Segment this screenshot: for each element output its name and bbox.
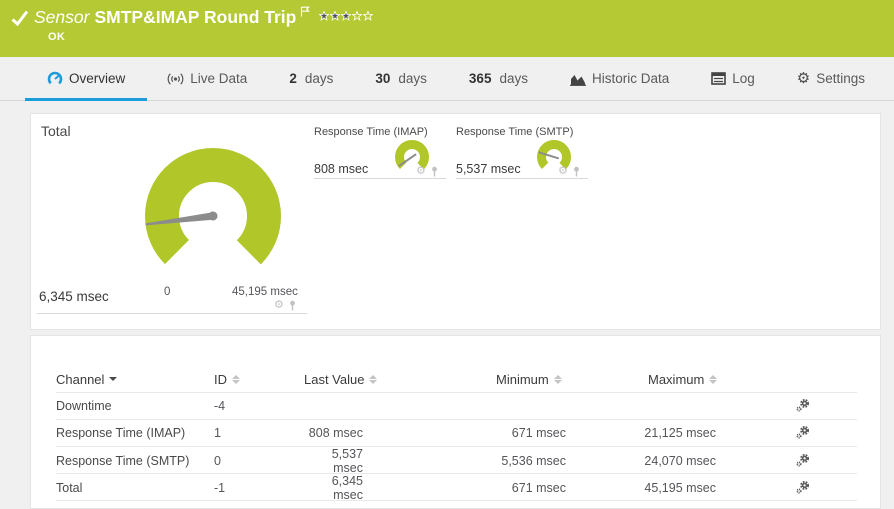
divider: [37, 313, 307, 314]
imap-gauge-value: 808 msec: [314, 162, 369, 176]
column-header-maximum[interactable]: Maximum: [623, 372, 778, 387]
smtp-gauge-controls: ⚙: [558, 166, 581, 177]
channel-id: 1: [214, 426, 221, 440]
sensor-tab-bar: Overview Live Data 2 days 30 days 365 da…: [0, 57, 894, 101]
tab-label: days: [304, 71, 334, 86]
smtp-gauge-block: Response Time (SMTP) 5,537 msec ⚙: [456, 114, 588, 329]
sort-icon: [232, 374, 240, 384]
tab-day-count: 30: [375, 71, 391, 86]
sort-icon: [709, 374, 718, 384]
table-header-row: Channel ID Last Value Minimum Maximum: [56, 366, 857, 393]
channel-last-value: 5,537 msec: [331, 447, 363, 475]
channel-settings-icon[interactable]: [796, 425, 810, 439]
column-label: ID: [214, 371, 227, 387]
tab-log[interactable]: Log: [711, 57, 755, 100]
gauge-pin-icon[interactable]: [430, 166, 439, 177]
channel-id: 0: [214, 454, 221, 468]
channel-minimum: 671 msec: [511, 426, 566, 440]
log-icon: [711, 72, 727, 85]
total-gauge-title: Total: [41, 123, 71, 139]
column-header-id[interactable]: ID: [214, 372, 304, 387]
gauge-pin-icon[interactable]: [288, 300, 297, 311]
column-header-channel[interactable]: Channel: [56, 372, 214, 387]
channel-id: -4: [214, 399, 226, 413]
channel-maximum: 21,125 msec: [644, 426, 716, 440]
tab-day-count: 2: [289, 71, 297, 86]
overview-gauges-panel: Total 0 45,195 msec 6,345 msec ⚙ Respons…: [30, 113, 881, 330]
tab-label: days: [398, 71, 427, 86]
channel-minimum: 671 msec: [511, 481, 566, 495]
broadcast-icon: [167, 72, 184, 86]
tab-live-data[interactable]: Live Data: [167, 57, 247, 100]
channel-settings-icon[interactable]: [796, 398, 810, 412]
sort-desc-icon: [109, 377, 118, 381]
channel-id: -1: [214, 481, 226, 495]
tab-label: days: [499, 71, 528, 86]
table-row-imap: Response Time (IMAP) 1 808 msec 671 msec…: [56, 420, 857, 447]
sort-icon: [553, 374, 562, 384]
total-gauge: [145, 148, 281, 284]
total-gauge-max-label: 45,195 msec: [232, 286, 298, 298]
ok-check-icon: [11, 10, 29, 26]
total-gauge-min-label: 0: [164, 286, 171, 298]
column-header-last-value[interactable]: Last Value: [304, 372, 433, 387]
tab-settings[interactable]: ⚙ Settings: [797, 57, 865, 100]
channel-table: Channel ID Last Value Minimum Maximum Do…: [31, 336, 880, 502]
area-chart-icon: [569, 72, 586, 86]
channel-maximum: 45,195 msec: [644, 481, 716, 495]
sort-icon: [369, 374, 378, 384]
gauge-pin-icon[interactable]: [572, 166, 581, 177]
divider: [456, 178, 588, 179]
column-label: Channel: [56, 371, 105, 387]
channel-name[interactable]: Response Time (IMAP): [56, 426, 214, 440]
sensor-name: SMTP&IMAP Round Trip: [94, 7, 297, 27]
tab-2-days[interactable]: 2 days: [289, 57, 333, 100]
table-row-total: Total -1 6,345 msec 671 msec 45,195 msec: [56, 474, 857, 502]
sensor-kind-label: Sensor: [34, 7, 90, 27]
divider: [314, 178, 446, 179]
flag-icon[interactable]: [300, 1, 311, 22]
channel-maximum: 24,070 msec: [644, 454, 716, 468]
column-label: Last Value: [304, 371, 365, 387]
tab-overview[interactable]: Overview: [24, 57, 148, 101]
channel-settings-icon[interactable]: [796, 453, 810, 467]
sensor-status-banner: Sensor SMTP&IMAP Round Trip OK: [0, 0, 894, 57]
column-label: Minimum: [496, 371, 549, 387]
status-badge: OK: [48, 31, 66, 43]
total-gauge-controls: ⚙: [274, 300, 297, 311]
imap-gauge-controls: ⚙: [416, 166, 439, 177]
channel-settings-icon[interactable]: [796, 480, 810, 494]
tab-365-days[interactable]: 365 days: [469, 57, 528, 100]
gauge-settings-icon[interactable]: ⚙: [416, 166, 426, 177]
channel-name[interactable]: Response Time (SMTP): [56, 454, 214, 468]
tab-label: Live Data: [190, 71, 248, 86]
channel-name[interactable]: Downtime: [56, 399, 214, 413]
column-label: Maximum: [648, 371, 705, 387]
gauge-settings-icon[interactable]: ⚙: [558, 166, 568, 177]
column-header-minimum[interactable]: Minimum: [433, 372, 623, 387]
table-row-smtp: Response Time (SMTP) 0 5,537 msec 5,536 …: [56, 447, 857, 475]
tab-label: Settings: [816, 71, 866, 86]
page-title: Sensor SMTP&IMAP Round Trip: [34, 6, 374, 28]
priority-stars[interactable]: [319, 11, 374, 21]
tab-30-days[interactable]: 30 days: [375, 57, 427, 100]
gauge-settings-icon[interactable]: ⚙: [274, 300, 284, 311]
channel-last-value: 808 msec: [308, 426, 363, 440]
gauge-icon: [47, 71, 63, 87]
imap-gauge-block: Response Time (IMAP) 808 msec ⚙: [314, 114, 446, 329]
channel-name[interactable]: Total: [56, 481, 214, 495]
tab-label: Historic Data: [591, 71, 670, 86]
table-row-downtime: Downtime -4: [56, 393, 857, 420]
tab-day-count: 365: [468, 71, 492, 86]
tab-label: Overview: [69, 71, 126, 86]
channel-minimum: 5,536 msec: [501, 454, 566, 468]
channel-last-value: 6,345 msec: [331, 474, 363, 502]
tab-label: Log: [732, 71, 755, 86]
total-gauge-value: 6,345 msec: [39, 289, 109, 304]
gear-icon: ⚙: [796, 70, 811, 87]
smtp-gauge-value: 5,537 msec: [456, 162, 521, 176]
channel-table-panel: Channel ID Last Value Minimum Maximum Do…: [30, 335, 881, 509]
tab-historic-data[interactable]: Historic Data: [569, 57, 670, 100]
